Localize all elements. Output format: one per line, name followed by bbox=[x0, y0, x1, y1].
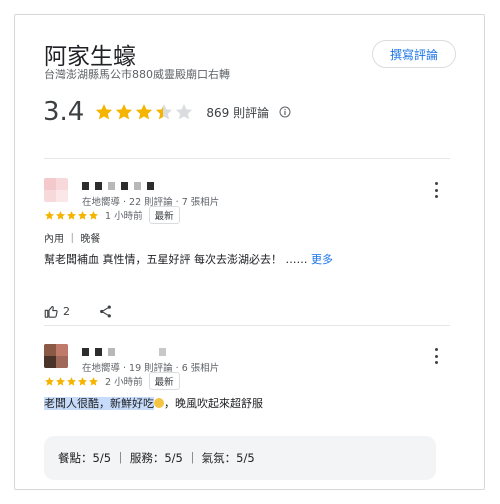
score-breakdown: 餐點：5/5 ｜ 服務：5/5 ｜ 氣氛：5/5 bbox=[58, 451, 255, 465]
review-tags: 內用 ｜ 晚餐 bbox=[44, 234, 101, 245]
review-text-body: 幫老闆補血 真性情，五星好評 每次去澎湖必去！ …… bbox=[44, 253, 308, 266]
divider bbox=[44, 325, 450, 326]
star-icon bbox=[67, 376, 76, 386]
review-text-body: ，晚風吹起來超舒服 bbox=[164, 397, 263, 410]
new-badge: 最新 bbox=[148, 372, 180, 390]
smiley-emoji-icon bbox=[154, 398, 164, 408]
half-star-icon bbox=[156, 104, 173, 120]
review-meta: 1 小時前 最新 bbox=[44, 206, 180, 224]
average-rating: 3.4 bbox=[43, 97, 85, 127]
review-stars bbox=[44, 210, 99, 221]
like-button[interactable]: 2 bbox=[44, 304, 70, 319]
empty-star-icon bbox=[176, 104, 193, 120]
author-name-redacted[interactable] bbox=[82, 181, 154, 191]
star-icon bbox=[78, 210, 87, 220]
review-text: 幫老闆補血 真性情，五星好評 每次去澎湖必去！ …… 更多 bbox=[44, 251, 333, 267]
review-actions: 2 bbox=[44, 304, 113, 319]
review-time: 1 小時前 bbox=[105, 211, 143, 222]
place-address: 台灣澎湖縣馬公市880威靈殿廟口右轉 bbox=[44, 68, 230, 81]
thumbs-up-icon bbox=[44, 305, 58, 318]
star-icon bbox=[45, 376, 54, 386]
author-name-redacted[interactable] bbox=[82, 347, 166, 357]
star-icon bbox=[96, 104, 113, 120]
share-icon[interactable] bbox=[98, 304, 113, 319]
review-count[interactable]: 869 則評論 bbox=[206, 104, 269, 121]
more-options-icon[interactable] bbox=[429, 182, 443, 198]
star-icon bbox=[89, 210, 98, 220]
avatar[interactable] bbox=[44, 178, 68, 202]
review-stars bbox=[44, 376, 99, 387]
avatar[interactable] bbox=[44, 344, 68, 368]
review-panel: 阿家生蠔 台灣澎湖縣馬公市880威靈殿廟口右轉 撰寫評論 3.4 869 則評論 bbox=[14, 14, 485, 490]
review-card: 在地嚮導 · 22 則評論 · 7 張相片 1 小時前 最新 內用 ｜ 晚餐 幫… bbox=[44, 178, 450, 328]
info-icon[interactable] bbox=[279, 106, 291, 118]
more-options-icon[interactable] bbox=[429, 348, 443, 364]
review-meta: 2 小時前 最新 bbox=[44, 372, 180, 390]
review-time: 2 小時前 bbox=[105, 377, 143, 388]
star-icon bbox=[136, 104, 153, 120]
review-card: 在地嚮導 · 19 則評論 · 6 張相片 2 小時前 最新 老闆人很酷，新鮮好… bbox=[44, 344, 450, 484]
write-review-button[interactable]: 撰寫評論 bbox=[372, 40, 456, 68]
star-icon bbox=[56, 210, 65, 220]
review-text-highlighted: 老闆人很酷，新鮮好吃 bbox=[44, 397, 154, 410]
rating-summary: 3.4 869 則評論 bbox=[43, 97, 291, 127]
star-icon bbox=[78, 376, 87, 386]
star-icon bbox=[67, 210, 76, 220]
star-icon bbox=[116, 104, 133, 120]
like-count: 2 bbox=[63, 305, 70, 318]
review-text: 老闆人很酷，新鮮好吃 ，晚風吹起來超舒服 bbox=[44, 395, 263, 411]
new-badge: 最新 bbox=[148, 206, 180, 224]
star-icon bbox=[45, 210, 54, 220]
rating-stars bbox=[94, 102, 194, 122]
score-summary: 餐點：5/5 ｜ 服務：5/5 ｜ 氣氛：5/5 bbox=[44, 436, 436, 480]
star-icon bbox=[56, 376, 65, 386]
star-icon bbox=[89, 376, 98, 386]
more-link[interactable]: 更多 bbox=[311, 253, 333, 266]
divider bbox=[44, 158, 450, 159]
